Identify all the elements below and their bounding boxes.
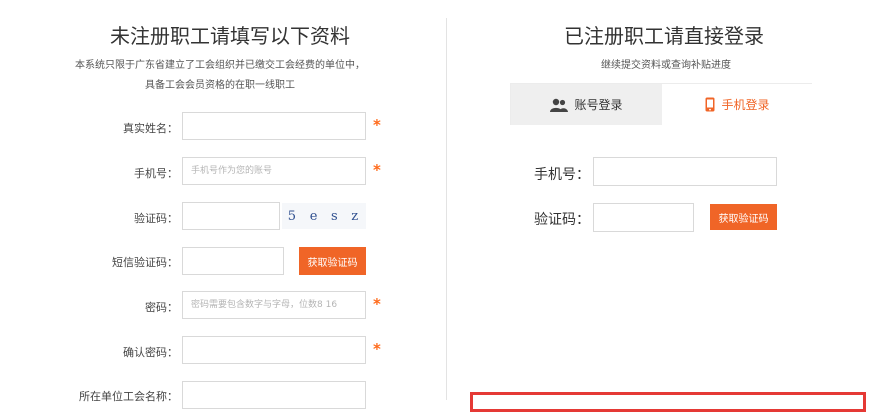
registration-description: 本系统只限于广东省建立了工会组织并已缴交工会经费的单位中， 具备工会会员资格的在… xyxy=(20,56,420,96)
real-name-required-mark: * xyxy=(373,116,381,134)
login-phone-input[interactable] xyxy=(593,157,777,186)
union-name-label: 所在单位工会名称： xyxy=(79,390,178,403)
login-tabs: 账号登录 手机登录 xyxy=(510,83,813,125)
description-line-1: 本系统只限于广东省建立了工会组织并已缴交工会经费的单位中， xyxy=(75,60,365,71)
login-code-label: 验证码： xyxy=(534,212,590,228)
login-phone-label: 手机号： xyxy=(534,167,590,183)
tab-account-login-label: 账号登录 xyxy=(574,98,623,112)
captcha-char: z xyxy=(351,208,361,224)
captcha-char: e xyxy=(309,208,320,224)
tab-account-login[interactable]: 账号登录 xyxy=(511,84,662,125)
phone-required-mark: * xyxy=(373,161,381,179)
password-input[interactable] xyxy=(182,291,366,319)
sms-code-label: 短信验证码： xyxy=(112,256,178,269)
phone-label: 手机号： xyxy=(134,167,178,180)
confirm-password-input[interactable] xyxy=(182,336,366,364)
description-line-2: 具备工会会员资格的在职一线职工 xyxy=(145,80,295,91)
tab-mobile-login-label: 手机登录 xyxy=(721,98,770,112)
captcha-input[interactable] xyxy=(182,202,280,230)
column-divider xyxy=(446,18,447,400)
password-required-mark: * xyxy=(373,295,381,313)
captcha-label: 验证码： xyxy=(134,212,178,225)
password-label: 密码： xyxy=(145,301,178,314)
captcha-char: 5 xyxy=(287,208,299,224)
captcha-image[interactable]: 5 e s z xyxy=(282,203,366,229)
tab-mobile-login[interactable]: 手机登录 xyxy=(662,84,813,125)
login-get-code-button[interactable]: 获取验证码 xyxy=(710,204,777,230)
phone-icon xyxy=(705,97,715,112)
sms-code-input[interactable] xyxy=(182,247,284,275)
phone-input[interactable] xyxy=(182,157,366,185)
confirm-password-required-mark: * xyxy=(373,340,381,358)
union-name-input[interactable] xyxy=(182,381,366,409)
confirm-password-label: 确认密码： xyxy=(123,346,178,359)
login-subtitle: 继续提交资料或查询补贴进度 xyxy=(601,60,731,71)
get-sms-code-button[interactable]: 获取验证码 xyxy=(299,247,366,275)
registration-title: 未注册职工请填写以下资料 xyxy=(110,24,350,48)
real-name-label: 真实姓名： xyxy=(123,122,178,135)
highlight-box xyxy=(470,392,866,412)
real-name-input[interactable] xyxy=(182,112,366,140)
captcha-char: s xyxy=(331,208,340,224)
users-icon xyxy=(550,98,569,112)
login-code-input[interactable] xyxy=(593,203,694,232)
login-title: 已注册职工请直接登录 xyxy=(564,24,764,48)
